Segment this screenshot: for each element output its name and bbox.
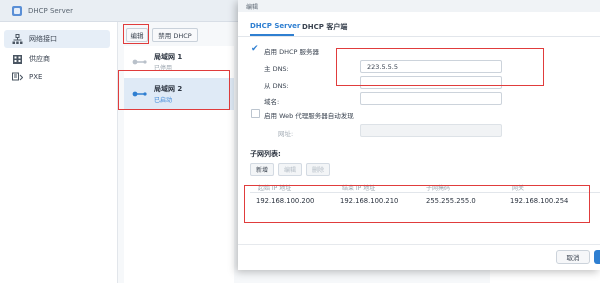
- interface-name: 局域网 1: [154, 53, 183, 61]
- interface-status: 已启动: [154, 97, 173, 104]
- column-header[interactable]: 结束 IP 地址: [342, 183, 375, 192]
- add-subnet-button[interactable]: 新增: [250, 163, 274, 176]
- web-proxy-checkbox[interactable]: [251, 109, 260, 118]
- secondary-dns-field[interactable]: [360, 76, 502, 89]
- subnet-table-header: 起始 IP 地址 结束 IP 地址 子网掩码 网关: [250, 181, 600, 193]
- sidebar-item-vendor[interactable]: 供应商: [4, 50, 110, 68]
- secondary-dns-label: 从 DNS:: [264, 82, 289, 90]
- network-link-icon: [132, 59, 147, 65]
- disable-dhcp-button[interactable]: 禁用 DHCP: [152, 28, 198, 42]
- edit-subnet-button[interactable]: 编辑: [278, 163, 302, 176]
- interface-status: 已停用: [154, 65, 173, 72]
- web-proxy-label: 启用 Web 代理服务器自动发现: [264, 112, 354, 120]
- tab-dhcp-server[interactable]: DHCP Server: [250, 22, 300, 30]
- domain-label: 域名:: [264, 98, 280, 106]
- dialog-footer: [238, 244, 600, 270]
- vendor-icon: [13, 54, 22, 64]
- interface-list: 局域网 1 已停用 局域网 2 已启动: [124, 46, 234, 283]
- table-row[interactable]: 192.168.100.200 192.168.100.210 255.255.…: [250, 193, 600, 209]
- sidebar-item-label: PXE: [29, 73, 43, 81]
- dialog-title: 编辑: [246, 4, 259, 11]
- interface-name: 局域网 2: [154, 85, 183, 93]
- enable-dhcp-label: 启用 DHCP 服务器: [264, 48, 319, 56]
- tab-dhcp-client[interactable]: DHCP 客户端: [302, 22, 347, 32]
- url-field[interactable]: [360, 124, 502, 137]
- column-header[interactable]: 起始 IP 地址: [258, 183, 291, 192]
- domain-field[interactable]: [360, 92, 502, 105]
- checkmark-icon[interactable]: ✔: [251, 44, 259, 54]
- tab-divider: [238, 36, 600, 37]
- subnet-list-title: 子网列表:: [250, 150, 281, 158]
- edit-dialog: 编辑 DHCP Server DHCP 客户端 ✔ 启用 DHCP 服务器 主 …: [238, 0, 600, 270]
- pxe-icon: [12, 72, 23, 80]
- interface-item-lan2[interactable]: 局域网 2 已启动: [124, 78, 234, 110]
- column-header[interactable]: 子网掩码: [426, 183, 450, 192]
- subnet-mask-cell: 255.255.255.0: [426, 197, 476, 205]
- end-ip-cell: 192.168.100.210: [340, 197, 399, 205]
- delete-subnet-button[interactable]: 删除: [306, 163, 330, 176]
- column-header[interactable]: 网关: [512, 183, 524, 192]
- interface-item-lan1[interactable]: 局域网 1 已停用: [124, 46, 234, 78]
- network-link-icon: [132, 91, 147, 97]
- start-ip-cell: 192.168.100.200: [256, 197, 315, 205]
- url-label: 网址:: [278, 130, 294, 138]
- dialog-titlebar: 编辑: [238, 0, 600, 12]
- primary-dns-label: 主 DNS:: [264, 65, 289, 73]
- gateway-cell: 192.168.100.254: [510, 197, 569, 205]
- window-title: DHCP Server: [28, 7, 73, 15]
- sidebar: 网络接口 供应商 PXE: [0, 22, 118, 283]
- ok-button[interactable]: [594, 250, 600, 264]
- sidebar-item-label: 网络接口: [29, 35, 57, 43]
- sidebar-item-label: 供应商: [29, 55, 50, 63]
- network-interface-icon: [12, 33, 23, 44]
- primary-dns-field[interactable]: 223.5.5.5: [360, 60, 502, 73]
- sidebar-item-pxe[interactable]: PXE: [4, 68, 110, 86]
- sidebar-item-network-interface[interactable]: 网络接口: [4, 30, 110, 48]
- dhcp-server-app-icon: [12, 6, 22, 16]
- cancel-button[interactable]: 取消: [556, 250, 590, 264]
- edit-button[interactable]: 编辑: [126, 28, 148, 42]
